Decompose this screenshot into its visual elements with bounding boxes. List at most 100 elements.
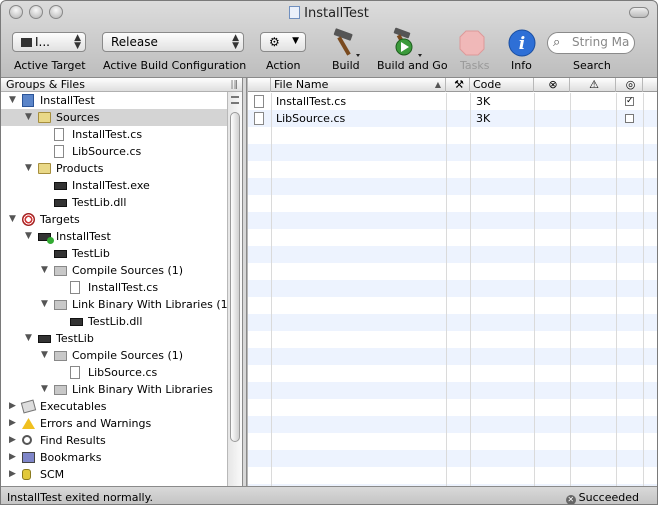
tree-item-label: LibSource.cs bbox=[72, 145, 142, 158]
build-phase-icon bbox=[54, 351, 67, 361]
tree-item[interactable]: ▼ TestLib bbox=[1, 330, 227, 347]
column-header-file-type[interactable] bbox=[248, 78, 271, 92]
file-icon bbox=[54, 145, 64, 158]
column-divider bbox=[570, 93, 571, 486]
tree-item[interactable]: ▼ Link Binary With Libraries bbox=[1, 381, 227, 398]
disclosure-open-icon[interactable]: ▼ bbox=[41, 381, 48, 398]
detail-column-header: File Name ▲ ⚒ Code ⊗ ⚠ ◎ bbox=[248, 78, 657, 92]
groups-scrollbar[interactable] bbox=[227, 92, 242, 486]
tree-item[interactable]: ▼ InstallTest bbox=[1, 228, 227, 245]
disclosure-closed-icon[interactable]: ▶ bbox=[9, 449, 16, 466]
chevron-down-icon: ▼ bbox=[292, 36, 299, 46]
tree-item[interactable]: ▶ Bookmarks bbox=[1, 449, 227, 466]
tree-item-label: InstallTest.exe bbox=[72, 179, 150, 192]
column-header-warnings[interactable]: ⚠ bbox=[570, 78, 616, 92]
popup-arrows-icon: ▲ ▼ bbox=[232, 33, 239, 51]
disclosure-closed-icon[interactable]: ▶ bbox=[9, 466, 16, 483]
build-and-go-icon[interactable] bbox=[390, 27, 422, 59]
search-icon: ⌕ bbox=[553, 35, 561, 50]
checkmark-badge-icon bbox=[47, 237, 54, 244]
table-row-stripe bbox=[248, 348, 657, 365]
tree-item[interactable]: TestLib bbox=[1, 245, 227, 262]
toolbar: I... ▲ ▼ Active Target Release ▲ ▼ Active … bbox=[1, 25, 657, 77]
target-icon bbox=[21, 38, 32, 47]
tree-item[interactable]: ▶ Errors and Warnings bbox=[1, 415, 227, 432]
tree-item[interactable]: ▶ Find Results bbox=[1, 432, 227, 449]
xcode-window: InstallTest I... ▲ ▼ Active Target Releas… bbox=[0, 0, 658, 505]
tree-item[interactable]: TestLib.dll bbox=[1, 194, 227, 211]
hammer-icon[interactable] bbox=[328, 27, 360, 59]
column-header-build[interactable]: ⚒ bbox=[446, 78, 470, 92]
split-view-divider[interactable] bbox=[243, 78, 247, 486]
target-membership-checkbox[interactable]: ✓ bbox=[625, 97, 634, 106]
tree-item[interactable]: ▼ Products bbox=[1, 160, 227, 177]
disclosure-open-icon[interactable]: ▼ bbox=[9, 92, 16, 109]
tree-item[interactable]: TestLib.dll bbox=[1, 313, 227, 330]
disclosure-open-icon[interactable]: ▼ bbox=[41, 347, 48, 364]
warning-icon: ⚠ bbox=[589, 78, 599, 91]
tree-item[interactable]: ▼ Link Binary With Libraries (1) bbox=[1, 296, 232, 313]
disclosure-open-icon[interactable]: ▼ bbox=[25, 228, 32, 245]
tree-item[interactable]: LibSource.cs bbox=[1, 143, 227, 160]
tree-item[interactable]: ▼ Targets bbox=[1, 211, 227, 228]
column-header-code[interactable]: Code bbox=[470, 78, 534, 92]
build-configuration-popup[interactable]: Release ▲ ▼ bbox=[102, 32, 244, 52]
column-divider bbox=[643, 93, 644, 486]
disclosure-closed-icon[interactable]: ▶ bbox=[9, 398, 16, 415]
active-target-popup[interactable]: I... ▲ ▼ bbox=[12, 32, 86, 52]
column-header-file-name[interactable]: File Name ▲ bbox=[271, 78, 446, 92]
executable-icon bbox=[70, 318, 83, 326]
tree-item[interactable]: ▼ Compile Sources (1) bbox=[1, 347, 227, 364]
tree-item[interactable]: InstallTest.cs bbox=[1, 126, 227, 143]
tree-item-label: Sources bbox=[56, 111, 100, 124]
table-row[interactable]: InstallTest.cs 3K ✓ bbox=[248, 93, 657, 110]
tree-item[interactable]: ▶ SCM bbox=[1, 466, 227, 483]
column-header-errors[interactable]: ⊗ bbox=[534, 78, 570, 92]
disclosure-open-icon[interactable]: ▼ bbox=[25, 330, 32, 347]
column-resize-icon[interactable]: |‖ bbox=[230, 79, 238, 92]
window-title: InstallTest bbox=[304, 6, 369, 21]
disclosure-closed-icon[interactable]: ▶ bbox=[9, 415, 16, 432]
disclosure-open-icon[interactable]: ▼ bbox=[9, 211, 16, 228]
search-field[interactable]: ⌕ String Ma bbox=[547, 32, 635, 54]
disclosure-closed-icon[interactable]: ▶ bbox=[9, 432, 16, 449]
action-popup[interactable]: ⚙ ▼ bbox=[260, 32, 306, 52]
tree-item[interactable]: ▼ InstallTest bbox=[1, 92, 227, 109]
scrollbar-menu-icon[interactable] bbox=[231, 96, 239, 104]
search-label: Search bbox=[573, 59, 611, 72]
action-label: Action bbox=[266, 59, 301, 72]
tree-item-label: Bookmarks bbox=[40, 451, 102, 464]
folder-icon bbox=[38, 112, 51, 123]
toolbar-toggle-button[interactable] bbox=[629, 7, 649, 18]
tree-item[interactable]: ▶ Executables bbox=[1, 398, 227, 415]
disclosure-open-icon[interactable]: ▼ bbox=[25, 160, 32, 177]
tree-item-label: Targets bbox=[40, 213, 80, 226]
disclosure-open-icon[interactable]: ▼ bbox=[41, 296, 48, 313]
build-phase-icon bbox=[54, 300, 67, 310]
target-membership-checkbox[interactable] bbox=[625, 114, 634, 123]
tree-item[interactable]: ▼ Sources bbox=[1, 109, 227, 126]
status-message: InstallTest exited normally. bbox=[7, 491, 154, 504]
file-name-header-label: File Name bbox=[274, 78, 329, 91]
tree-item[interactable]: ▼ Compile Sources (1) bbox=[1, 262, 227, 279]
tree-item[interactable]: InstallTest.exe bbox=[1, 177, 227, 194]
build-result: ✕ Succeeded bbox=[565, 491, 639, 504]
tree-item-label: InstallTest.cs bbox=[88, 281, 159, 294]
groups-scrollbar-thumb[interactable] bbox=[230, 112, 240, 442]
tree-item[interactable]: LibSource.cs bbox=[1, 364, 227, 381]
groups-and-files-header[interactable]: Groups & Files |‖ bbox=[1, 78, 242, 92]
file-icon bbox=[254, 112, 264, 125]
stop-icon[interactable] bbox=[456, 27, 488, 59]
info-label: Info bbox=[511, 59, 532, 72]
tree-item-label: Link Binary With Libraries (1) bbox=[72, 298, 232, 311]
folder-icon bbox=[38, 163, 51, 174]
build-and-go-label: Build and Go bbox=[377, 59, 448, 72]
disclosure-open-icon[interactable]: ▼ bbox=[25, 109, 32, 126]
tree-item-label: TestLib.dll bbox=[88, 315, 143, 328]
groups-and-files-pane: Groups & Files |‖ ▼ InstallTest ▼ Sources In… bbox=[1, 78, 243, 486]
table-row[interactable]: LibSource.cs 3K bbox=[248, 110, 657, 127]
info-icon[interactable]: i bbox=[506, 27, 538, 59]
disclosure-open-icon[interactable]: ▼ bbox=[41, 262, 48, 279]
tree-item[interactable]: InstallTest.cs bbox=[1, 279, 227, 296]
column-header-target-membership[interactable]: ◎ bbox=[616, 78, 643, 92]
